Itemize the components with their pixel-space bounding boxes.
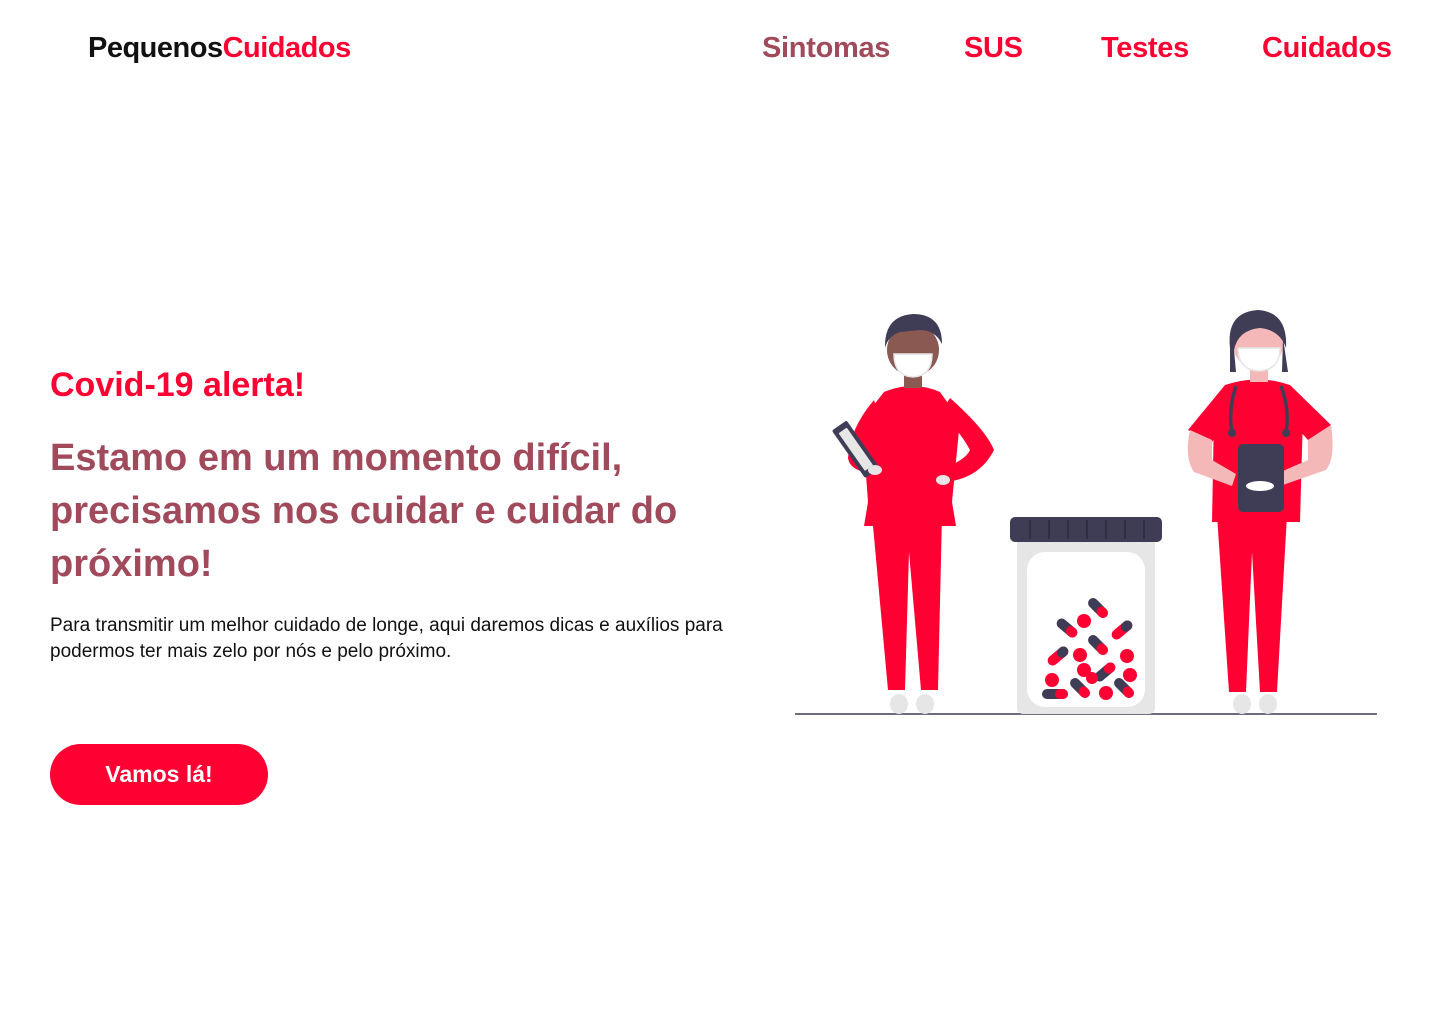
pill-jar — [1010, 517, 1162, 714]
left-nurse-figure — [832, 314, 994, 714]
landing-page: PequenosCuidados Sintomas SUS Testes Cui… — [0, 0, 1440, 1024]
tablet-icon — [1238, 444, 1284, 512]
right-nurse-figure — [1187, 310, 1333, 714]
right-nurse-pants — [1217, 515, 1287, 692]
site-logo[interactable]: PequenosCuidados — [88, 30, 351, 66]
hero-description: Para transmitir um melhor cuidado de lon… — [50, 615, 723, 662]
nav-link-cuidados[interactable]: Cuidados — [1262, 30, 1392, 66]
nav-link-sus[interactable]: SUS — [964, 30, 1023, 66]
right-nurse-hand — [1246, 481, 1274, 491]
left-nurse-hand-left — [868, 465, 882, 475]
right-nurse-shoe-left — [1233, 694, 1251, 714]
pill-jar-lid — [1010, 517, 1162, 542]
nav-link-sintomas[interactable]: Sintomas — [762, 30, 890, 66]
medical-workers-illustration — [795, 310, 1377, 715]
hero-headline: Estamo em um momento difícil, precisamos… — [50, 437, 678, 585]
right-nurse-shoe-right — [1259, 694, 1277, 714]
alert-title: Covid-19 alerta! — [50, 366, 306, 404]
left-nurse-shoe-right — [916, 694, 934, 714]
cta-button[interactable]: Vamos lá! — [50, 744, 268, 805]
left-nurse-mask — [893, 353, 933, 378]
logo-text-pequenos: Pequenos — [88, 32, 223, 64]
left-nurse-hand-right — [936, 475, 950, 485]
left-nurse-pants — [872, 515, 942, 690]
left-nurse-shoe-left — [890, 694, 908, 714]
nav-link-testes[interactable]: Testes — [1101, 30, 1189, 66]
logo-text-cuidados: Cuidados — [222, 32, 352, 64]
right-nurse-mask — [1237, 347, 1281, 372]
